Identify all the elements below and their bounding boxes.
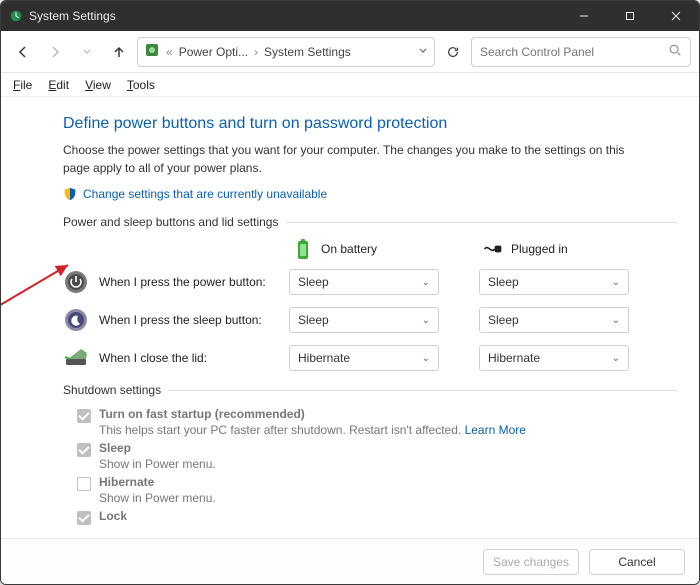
system-settings-window: System Settings « Power Opti... › System… [0,0,700,585]
column-plugged: Plugged in [483,239,633,259]
search-box[interactable] [471,37,691,67]
menu-view[interactable]: View [79,76,117,94]
row-power-button: When I press the power button: Sleep⌄ Sl… [63,269,677,295]
row-label: When I press the power button: [99,275,289,289]
group-header-power-buttons: Power and sleep buttons and lid settings [63,215,677,229]
checkbox-sleep[interactable] [77,443,91,457]
recent-button[interactable] [73,38,101,66]
back-button[interactable] [9,38,37,66]
menu-edit[interactable]: Edit [42,76,75,94]
titlebar[interactable]: System Settings [1,1,699,31]
column-headers: On battery Plugged in [293,239,677,259]
sd-title: Turn on fast startup (recommended) [99,407,305,421]
row-sleep-button: When I press the sleep button: Sleep⌄ Sl… [63,307,677,333]
breadcrumb-item[interactable]: Power Opti... [179,45,248,59]
breadcrumb-item[interactable]: System Settings [264,45,351,59]
refresh-button[interactable] [439,38,467,66]
lid-icon [63,345,89,371]
lid-plugged-select[interactable]: Hibernate⌄ [479,345,629,371]
control-panel-icon [144,42,160,61]
page-title: Define power buttons and turn on passwor… [63,115,677,133]
elevate-link[interactable]: Change settings that are currently unava… [83,187,327,201]
power-button-icon [63,269,89,295]
forward-button[interactable] [41,38,69,66]
address-bar[interactable]: « Power Opti... › System Settings [137,37,435,67]
checkbox-hibernate[interactable] [77,477,91,491]
footer: Save changes Cancel [1,538,699,584]
cancel-button[interactable]: Cancel [589,549,685,575]
window-title: System Settings [29,9,116,23]
sd-sub: Show in Power menu. [99,457,216,471]
minimize-button[interactable] [561,1,607,31]
row-label: When I press the sleep button: [99,313,289,327]
up-button[interactable] [105,38,133,66]
group-header-label: Power and sleep buttons and lid settings [63,215,278,229]
chevron-right-icon: › [254,45,258,59]
elevate-link-row: Change settings that are currently unava… [63,187,677,201]
sd-title: Sleep [99,441,131,455]
nav-row: « Power Opti... › System Settings [1,31,699,73]
column-battery: On battery [293,239,443,259]
sleep-button-battery-select[interactable]: Sleep⌄ [289,307,439,333]
sleep-button-plugged-select[interactable]: Sleep⌄ [479,307,629,333]
checkbox-fast-startup[interactable] [77,409,91,423]
sd-item-lock: Lock [77,509,677,525]
row-label: When I close the lid: [99,351,289,365]
maximize-button[interactable] [607,1,653,31]
power-button-battery-select[interactable]: Sleep⌄ [289,269,439,295]
row-close-lid: When I close the lid: Hibernate⌄ Hiberna… [63,345,677,371]
menu-tools[interactable]: Tools [121,76,161,94]
sd-title: Hibernate [99,475,154,489]
group-header-shutdown: Shutdown settings [63,383,677,397]
lid-battery-select[interactable]: Hibernate⌄ [289,345,439,371]
sd-item-hibernate: Hibernate Show in Power menu. [77,475,677,505]
chevron-down-icon: ⌄ [612,353,620,364]
content-area: Define power buttons and turn on passwor… [1,97,699,538]
menubar: File Edit View Tools [1,73,699,97]
chevron-down-icon: ⌄ [612,315,620,326]
chevron-down-icon: ⌄ [422,315,430,326]
learn-more-link[interactable]: Learn More [465,423,526,437]
group-header-label: Shutdown settings [63,383,161,397]
save-button[interactable]: Save changes [483,549,579,575]
chevron-down-icon[interactable] [418,45,428,59]
uac-shield-icon [63,187,77,201]
search-icon [668,43,682,60]
sd-sub: This helps start your PC faster after sh… [99,423,461,437]
app-icon [9,9,23,23]
chevron-down-icon: ⌄ [612,277,620,288]
chevron-down-icon: ⌄ [422,353,430,364]
power-button-plugged-select[interactable]: Sleep⌄ [479,269,629,295]
plug-icon [483,239,503,259]
sd-sub: Show in Power menu. [99,491,216,505]
chevron-down-icon: ⌄ [422,277,430,288]
battery-icon [293,239,313,259]
checkbox-lock[interactable] [77,511,91,525]
page-description: Choose the power settings that you want … [63,141,643,177]
close-button[interactable] [653,1,699,31]
sd-item-sleep: Sleep Show in Power menu. [77,441,677,471]
sd-title: Lock [99,509,127,523]
sleep-button-icon [63,307,89,333]
search-input[interactable] [480,45,662,59]
sd-item-fast-startup: Turn on fast startup (recommended) This … [77,407,677,437]
menu-file[interactable]: File [7,76,38,94]
separator-icon: « [166,45,173,59]
shutdown-list: Turn on fast startup (recommended) This … [63,407,677,525]
